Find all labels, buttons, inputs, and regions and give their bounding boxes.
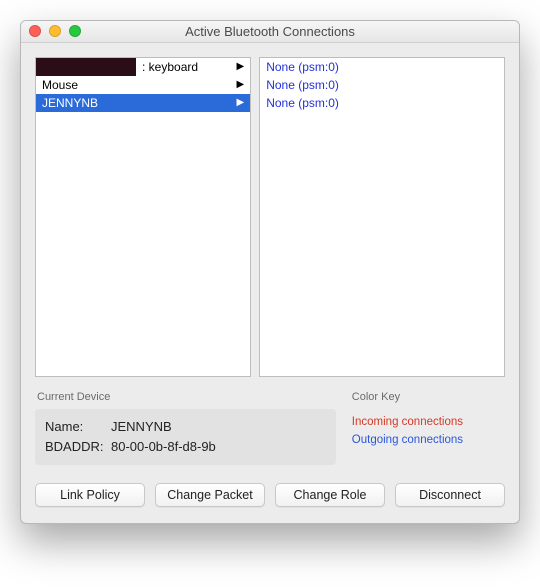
device-name-value: JENNYNB	[111, 417, 172, 437]
color-key-body: Incoming connections Outgoing connection…	[350, 409, 505, 449]
change-packet-button[interactable]: Change Packet	[155, 483, 265, 507]
device-row[interactable]: JENNYNB▶	[36, 94, 250, 112]
disclosure-arrow-icon: ▶	[236, 58, 244, 76]
link-policy-button[interactable]: Link Policy	[35, 483, 145, 507]
color-key-outgoing: Outgoing connections	[352, 431, 503, 449]
connection-label: None (psm:0)	[266, 94, 498, 112]
device-bdaddr-label: BDADDR:	[45, 437, 103, 457]
device-list[interactable]: : keyboard▶Mouse▶JENNYNB▶	[35, 57, 251, 377]
disclosure-arrow-icon: ▶	[236, 94, 244, 112]
window-controls	[29, 25, 81, 37]
connection-row[interactable]: None (psm:0)	[260, 94, 504, 112]
change-role-button[interactable]: Change Role	[275, 483, 385, 507]
disconnect-button[interactable]: Disconnect	[395, 483, 505, 507]
device-bdaddr-value: 80-00-0b-8f-d8-9b	[111, 437, 216, 457]
lists-container: : keyboard▶Mouse▶JENNYNB▶ None (psm:0)No…	[35, 57, 505, 377]
device-row[interactable]: : keyboard▶	[36, 58, 250, 76]
current-device-title: Current Device	[35, 391, 336, 403]
connection-row[interactable]: None (psm:0)	[260, 58, 504, 76]
minimize-icon[interactable]	[49, 25, 61, 37]
close-icon[interactable]	[29, 25, 41, 37]
color-key-title: Color Key	[350, 391, 505, 403]
connection-list[interactable]: None (psm:0)None (psm:0)None (psm:0)	[259, 57, 505, 377]
redacted-block	[36, 58, 136, 76]
connection-label: None (psm:0)	[266, 76, 498, 94]
device-label: Mouse	[42, 76, 232, 94]
window: Active Bluetooth Connections : keyboard▶…	[20, 20, 520, 524]
current-device-body: Name: JENNYNB BDADDR: 80-00-0b-8f-d8-9b	[35, 409, 336, 465]
titlebar: Active Bluetooth Connections	[21, 21, 519, 43]
device-label: JENNYNB	[42, 94, 232, 112]
connection-row[interactable]: None (psm:0)	[260, 76, 504, 94]
content: : keyboard▶Mouse▶JENNYNB▶ None (psm:0)No…	[21, 43, 519, 523]
device-name-label: Name:	[45, 417, 103, 437]
info-row: Current Device Name: JENNYNB BDADDR: 80-…	[35, 391, 505, 465]
color-key-group: Color Key Incoming connections Outgoing …	[350, 391, 505, 465]
device-name-row: Name: JENNYNB	[45, 417, 326, 437]
device-row[interactable]: Mouse▶	[36, 76, 250, 94]
window-title: Active Bluetooth Connections	[21, 24, 519, 39]
button-row: Link Policy Change Packet Change Role Di…	[35, 483, 505, 507]
current-device-group: Current Device Name: JENNYNB BDADDR: 80-…	[35, 391, 336, 465]
zoom-icon[interactable]	[69, 25, 81, 37]
disclosure-arrow-icon: ▶	[236, 76, 244, 94]
device-bdaddr-row: BDADDR: 80-00-0b-8f-d8-9b	[45, 437, 326, 457]
color-key-incoming: Incoming connections	[352, 413, 503, 431]
connection-label: None (psm:0)	[266, 58, 498, 76]
